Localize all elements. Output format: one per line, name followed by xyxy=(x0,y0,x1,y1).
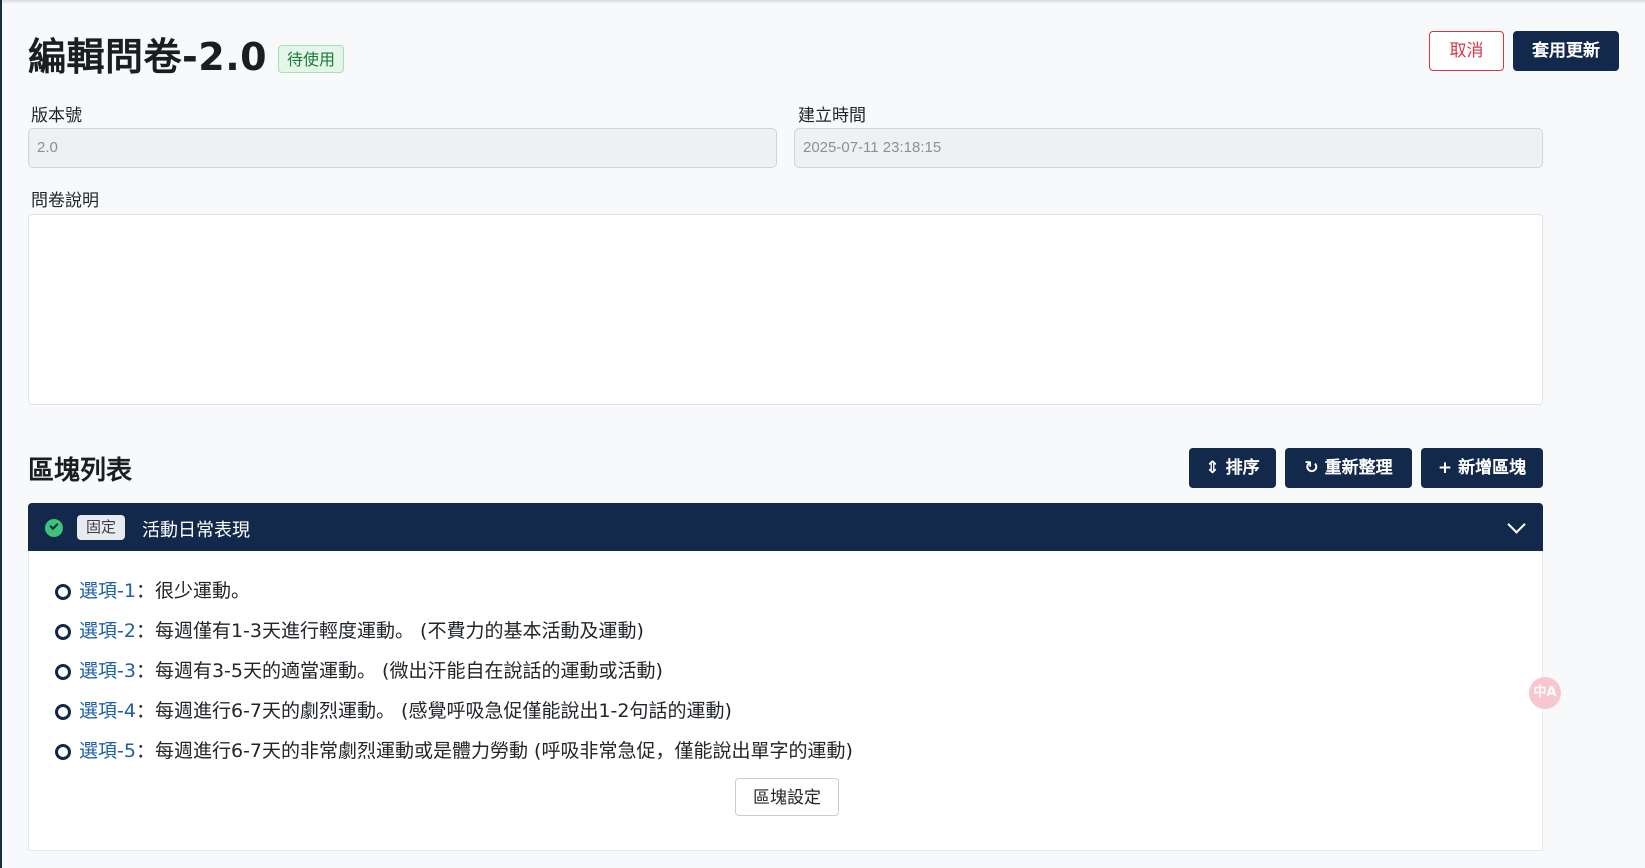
bullet-icon xyxy=(55,584,71,600)
add-block-label: 新增區塊 xyxy=(1458,458,1527,478)
apply-update-button[interactable]: 套用更新 xyxy=(1513,31,1619,71)
description-textarea[interactable] xyxy=(28,214,1543,405)
option-label: 選項-5 xyxy=(79,740,136,762)
page-header: 編輯問卷-2.0 待使用 取消 套用更新 xyxy=(28,24,1619,80)
translate-icon[interactable]: 中A xyxy=(1529,677,1561,709)
bullet-icon xyxy=(55,744,71,760)
chevron-down-icon[interactable] xyxy=(1507,515,1526,534)
block-body: 選項-1：很少運動。 選項-2：每週僅有1-3天進行輕度運動。 (不費力的基本活… xyxy=(28,551,1543,851)
option-list: 選項-1：很少運動。 選項-2：每週僅有1-3天進行輕度運動。 (不費力的基本活… xyxy=(55,571,853,771)
sort-button[interactable]: ⇕ 排序 xyxy=(1189,448,1276,488)
plus-icon: + xyxy=(1437,458,1453,478)
refresh-label: 重新整理 xyxy=(1324,458,1393,478)
list-item: 選項-3：每週有3-5天的適當運動。 (微出汗能自在說話的運動或活動) xyxy=(55,651,853,691)
option-label: 選項-2 xyxy=(79,620,136,642)
list-item: 選項-5：每週進行6-7天的非常劇烈運動或是體力勞動 (呼吸非常急促，僅能說出單… xyxy=(55,731,853,771)
block-list-title: 區塊列表 xyxy=(28,456,133,486)
bullet-icon xyxy=(55,664,71,680)
option-text: ：每週僅有1-3天進行輕度運動。 (不費力的基本活動及運動) xyxy=(135,620,644,642)
option-text: ：每週進行6-7天的劇烈運動。 (感覺呼吸急促僅能說出1-2句話的運動) xyxy=(135,700,732,722)
created-time-label: 建立時間 xyxy=(798,106,866,126)
list-item: 選項-4：每週進行6-7天的劇烈運動。 (感覺呼吸急促僅能說出1-2句話的運動) xyxy=(55,691,853,731)
cancel-button[interactable]: 取消 xyxy=(1429,31,1504,71)
description-label: 問卷說明 xyxy=(31,191,99,211)
left-edge xyxy=(0,0,2,868)
bullet-icon xyxy=(55,624,71,640)
add-block-button[interactable]: + 新增區塊 xyxy=(1421,448,1543,488)
bullet-icon xyxy=(55,704,71,720)
option-label: 選項-1 xyxy=(79,580,136,602)
refresh-button[interactable]: ↻ 重新整理 xyxy=(1285,448,1412,488)
page-title: 編輯問卷-2.0 xyxy=(28,35,268,79)
refresh-icon: ↻ xyxy=(1304,458,1319,478)
block-header[interactable]: 固定 活動日常表現 xyxy=(28,503,1543,551)
check-circle-icon xyxy=(45,519,63,537)
sort-label: 排序 xyxy=(1225,458,1260,478)
block-settings-button[interactable]: 區塊設定 xyxy=(735,778,839,816)
option-text: ：很少運動。 xyxy=(135,580,250,602)
option-text: ：每週有3-5天的適當運動。 (微出汗能自在說話的運動或活動) xyxy=(135,660,663,682)
version-field[interactable]: 2.0 xyxy=(28,128,777,168)
option-label: 選項-3 xyxy=(79,660,136,682)
list-item: 選項-1：很少運動。 xyxy=(55,571,853,611)
list-item: 選項-2：每週僅有1-3天進行輕度運動。 (不費力的基本活動及運動) xyxy=(55,611,853,651)
option-text: ：每週進行6-7天的非常劇烈運動或是體力勞動 (呼吸非常急促，僅能說出單字的運動… xyxy=(135,740,853,762)
fixed-badge: 固定 xyxy=(77,515,126,540)
block-title: 活動日常表現 xyxy=(142,520,250,541)
created-time-field[interactable]: 2025-07-11 23:18:15 xyxy=(794,128,1543,168)
option-label: 選項-4 xyxy=(79,700,136,722)
sort-icon: ⇕ xyxy=(1205,458,1220,478)
version-label: 版本號 xyxy=(31,106,82,126)
status-badge: 待使用 xyxy=(278,45,345,73)
top-shadow xyxy=(0,0,1645,4)
